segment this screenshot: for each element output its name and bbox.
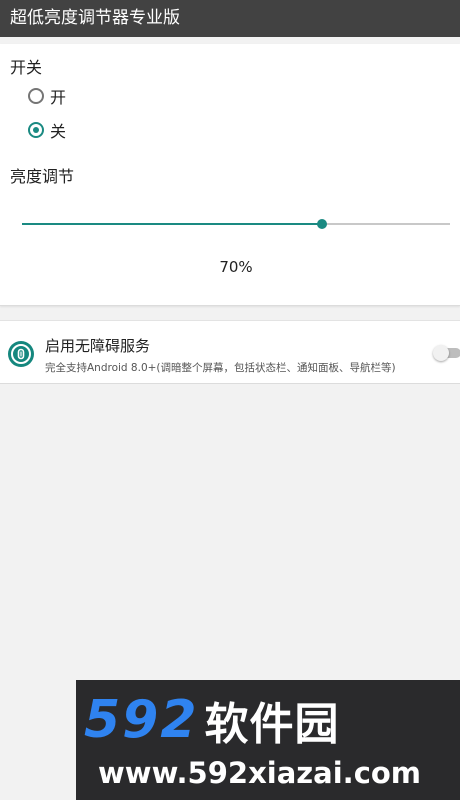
radio-off-label: 关: [50, 122, 67, 141]
brightness-slider[interactable]: [22, 216, 450, 232]
watermark-brand-text: 软件园: [204, 699, 340, 750]
watermark-number: 592: [84, 690, 199, 750]
radio-off[interactable]: 关: [28, 118, 66, 142]
slider-fill: [22, 223, 322, 225]
watermark: 592 软件园 www.592xiazai.com: [76, 680, 460, 800]
service-toggle[interactable]: [433, 345, 460, 361]
radio-button-off[interactable]: [28, 122, 44, 138]
watermark-logo: 592 软件园: [84, 690, 340, 750]
app-title: 超低亮度调节器专业版: [10, 8, 180, 28]
radio-on-label: 开: [50, 88, 67, 107]
accessibility-service-row[interactable]: 启用无障碍服务 完全支持Android 8.0+(调暗整个屏幕，包括状态栏、通知…: [0, 320, 460, 384]
app-bar: 超低亮度调节器专业版: [0, 0, 460, 37]
watermark-url: www.592xiazai.com: [98, 756, 422, 790]
brightness-section-title: 亮度调节: [10, 167, 75, 186]
service-description: 完全支持Android 8.0+(调暗整个屏幕，包括状态栏、通知面板、导航栏等): [45, 362, 396, 374]
radio-button-on[interactable]: [28, 88, 44, 104]
service-title: 启用无障碍服务: [45, 337, 151, 355]
settings-card: 开关 开 关 亮度调节 70%: [0, 44, 460, 306]
switch-section-title: 开关: [10, 58, 43, 77]
radio-on[interactable]: 开: [28, 84, 66, 108]
slider-thumb[interactable]: [316, 219, 327, 229]
accessibility-icon: [8, 341, 34, 367]
brightness-value: 70%: [219, 258, 253, 276]
toggle-thumb[interactable]: [433, 345, 449, 361]
